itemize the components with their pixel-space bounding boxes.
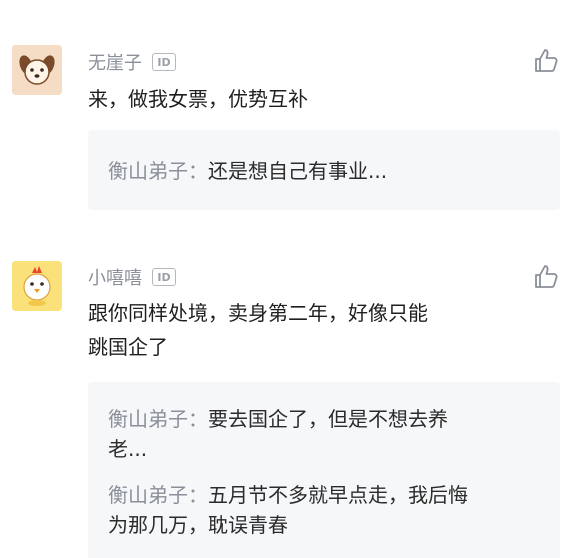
chicken-icon (12, 261, 62, 311)
reply-author[interactable]: 衡山弟子： (108, 407, 208, 431)
reply-box[interactable]: 衡山弟子：要去国企了，但是不想去养 老... 衡山弟子：五月节不多就早点走，我后… (88, 382, 560, 558)
reply-text: 还是想自己有事业... (208, 159, 388, 183)
avatar[interactable] (12, 45, 62, 95)
avatar[interactable] (12, 261, 62, 311)
username[interactable]: 无崖子 (88, 49, 142, 75)
reply-text: 老... (108, 437, 148, 461)
comment-text-line: 跳国企了 (88, 335, 168, 359)
reply-item[interactable]: 衡山弟子：还是想自己有事业... (108, 156, 538, 186)
username[interactable]: 小嘻嘻 (88, 264, 142, 290)
reply-text: 五月节不多就早点走，我后悔 (208, 483, 468, 507)
thumbs-up-icon[interactable] (532, 47, 560, 75)
id-badge: ID (152, 268, 176, 286)
reply-text: 要去国企了，但是不想去养 (208, 407, 448, 431)
reply-text: 为那几万，耽误青春 (108, 513, 288, 537)
reply-author[interactable]: 衡山弟子： (108, 483, 208, 507)
username-row: 小嘻嘻 ID (88, 263, 176, 291)
comment-text: 跟你同样处境，卖身第二年，好像只能 跳国企了 (88, 296, 508, 364)
thumbs-up-icon[interactable] (532, 263, 560, 291)
comment-text-line: 跟你同样处境，卖身第二年，好像只能 (88, 301, 428, 325)
dog-face-icon (12, 45, 62, 95)
id-badge: ID (152, 53, 176, 71)
reply-box[interactable]: 衡山弟子：还是想自己有事业... (88, 130, 560, 210)
reply-author[interactable]: 衡山弟子： (108, 159, 208, 183)
comment-list: 无崖子 ID 来，做我女票，优势互补 衡山弟子：还是想自己有事业... 小嘻嘻 … (0, 0, 586, 558)
reply-item[interactable]: 衡山弟子：五月节不多就早点走，我后悔 为那几万，耽误青春 (108, 480, 538, 540)
comment-text: 来，做我女票，优势互补 (88, 87, 308, 111)
reply-item[interactable]: 衡山弟子：要去国企了，但是不想去养 老... (108, 404, 538, 464)
username-row: 无崖子 ID (88, 48, 176, 76)
comment-item: 无崖子 ID 来，做我女票，优势互补 衡山弟子：还是想自己有事业... (0, 0, 586, 230)
comment-item: 小嘻嘻 ID 跟你同样处境，卖身第二年，好像只能 跳国企了 衡山弟子：要去国企了… (0, 250, 586, 558)
